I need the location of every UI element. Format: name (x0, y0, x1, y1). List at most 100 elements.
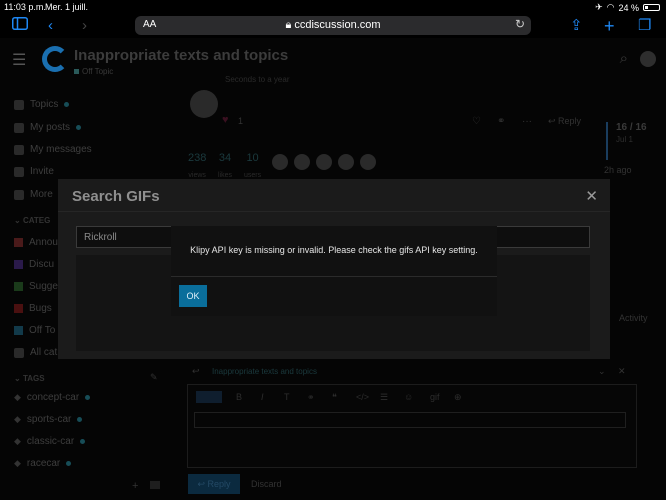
invite-icon (14, 166, 24, 177)
sidebar-tag[interactable]: ◆ sports-car (14, 414, 83, 425)
reply-button[interactable]: ↩ Reply (188, 474, 240, 494)
tabs-icon[interactable]: ❐ (638, 16, 651, 36)
modal-divider (58, 211, 610, 212)
topic-timeline[interactable]: 16 / 16 Jul 1 (606, 122, 647, 160)
reply-to-topic[interactable]: Inappropriate texts and topics (212, 367, 317, 376)
forward-icon[interactable]: › (82, 16, 87, 36)
sidebar-item-label: Topics (30, 99, 59, 110)
sidebar-all-categories[interactable]: All cat (14, 347, 57, 358)
ok-button[interactable]: OK (179, 285, 207, 307)
tags-heading[interactable]: ⌄ TAGS (14, 374, 45, 383)
status-indicators: ✈ ◠ 24 % (595, 2, 660, 13)
sidebar-item-my-posts[interactable]: My posts (14, 122, 82, 133)
tag-icon: ◆ (14, 392, 21, 402)
like-icon[interactable]: ♡ (472, 116, 481, 127)
category-swatch (14, 326, 23, 335)
tag-icon: ◆ (14, 414, 21, 424)
inbox-icon (14, 144, 24, 155)
sidebar-tag[interactable]: ◆ racecar (14, 458, 72, 469)
reply-arrow-icon: ↩ (192, 366, 200, 376)
category-swatch (14, 260, 23, 269)
search-icon[interactable]: ⌕ (620, 50, 628, 67)
share-icon[interactable]: ⇪ (570, 16, 583, 36)
sidebar-category[interactable]: Annou (14, 237, 58, 248)
collapse-icon[interactable]: ⌄ (598, 366, 606, 377)
heart-icon[interactable]: ♥ (222, 114, 229, 126)
category-swatch (14, 304, 23, 313)
battery-percent: 24 % (618, 2, 639, 13)
topic-category-label: Off Topic (82, 67, 114, 76)
categories-heading[interactable]: ⌄ CATEG (14, 216, 50, 225)
sidebar-category[interactable]: Bugs (14, 303, 52, 314)
tag-icon: ◆ (14, 436, 21, 446)
options-icon[interactable]: ⊕ (454, 392, 462, 403)
reply-post-button[interactable]: ↩ Reply (548, 116, 581, 127)
unread-dot (85, 395, 91, 400)
sidebar-item-topics[interactable]: Topics (14, 99, 70, 110)
site-logo[interactable] (42, 46, 68, 72)
participant-avatar[interactable] (316, 154, 332, 170)
emoji-icon[interactable]: ☺ (404, 392, 413, 402)
activity-label: Activity (619, 313, 648, 323)
close-icon[interactable]: ✕ (585, 187, 598, 205)
back-icon[interactable]: ‹ (48, 16, 53, 36)
user-avatar[interactable] (640, 51, 656, 67)
topic-category[interactable]: Off Topic (74, 67, 113, 76)
unread-dot (76, 125, 82, 130)
sidebar-tag[interactable]: ◆ classic-car (14, 436, 86, 447)
post-author-avatar[interactable] (190, 90, 218, 118)
new-tab-icon[interactable]: + (604, 16, 615, 36)
topic-title[interactable]: Inappropriate texts and topics (74, 47, 288, 64)
participant-avatar[interactable] (360, 154, 376, 170)
link-icon[interactable]: ⚭ (497, 116, 505, 127)
unread-dot (80, 439, 86, 444)
sidebar-item-invite[interactable]: Invite (14, 166, 54, 177)
code-icon[interactable]: </> (356, 392, 369, 402)
sidebar-category[interactable]: Off To (14, 325, 55, 336)
chevron-down-icon: ⌄ (14, 216, 23, 225)
reload-icon[interactable]: ↻ (515, 17, 525, 31)
add-icon[interactable]: + (132, 480, 138, 492)
user-icon (14, 122, 24, 133)
timeline-date: Jul 1 (616, 135, 633, 144)
battery-fill (645, 6, 649, 9)
more-actions-icon[interactable]: ··· (522, 116, 532, 127)
sidebar-category[interactable]: Sugge (14, 281, 58, 292)
sidebar-item-more[interactable]: More (14, 189, 53, 200)
sidebar-category[interactable]: Discu (14, 259, 54, 270)
link-icon[interactable]: ⚭ (307, 392, 315, 403)
site-header: ☰ Inappropriate texts and topics Off Top… (0, 38, 666, 82)
bold-icon[interactable]: B (236, 392, 242, 402)
battery-icon (643, 4, 660, 11)
sidebar-item-label: Invite (30, 166, 54, 177)
rich-text-toggle[interactable] (196, 391, 222, 403)
participant-avatar[interactable] (294, 154, 310, 170)
discard-button[interactable]: Discard (251, 479, 282, 489)
italic-icon[interactable]: I (261, 392, 264, 402)
participant-avatar[interactable] (272, 154, 288, 170)
status-bar: 11:03 p.m. Mer. 1 juill. ✈ ◠ 24 % (0, 0, 666, 14)
categories-heading-label: CATEG (22, 216, 51, 225)
sidebar-toggle-icon[interactable] (12, 16, 28, 36)
wifi-icon: ◠ (606, 2, 615, 12)
edit-icon[interactable]: ✎ (150, 372, 158, 383)
sidebar-item-my-messages[interactable]: My messages (14, 144, 92, 155)
participant-avatar[interactable] (338, 154, 354, 170)
sidebar-tag[interactable]: ◆ concept-car (14, 392, 91, 403)
reply-post-label: Reply (558, 116, 582, 126)
gif-icon[interactable]: gif (430, 392, 440, 402)
quote-icon[interactable]: ❝ (332, 392, 337, 403)
keyboard-icon[interactable] (150, 481, 160, 489)
tag-label: racecar (26, 458, 61, 469)
url-text: 🔒︎ ccdiscussion.com (135, 19, 531, 32)
close-composer-icon[interactable]: ✕ (618, 366, 626, 377)
composer-input[interactable] (194, 412, 626, 428)
airplane-icon: ✈ (595, 2, 603, 12)
reply-icon: ↩ (197, 479, 208, 489)
category-label: Sugge (29, 281, 58, 292)
heading-icon[interactable]: T (284, 392, 290, 402)
list-icon[interactable]: ☰ (380, 392, 388, 403)
hamburger-icon[interactable]: ☰ (12, 50, 26, 70)
address-bar[interactable]: AA 🔒︎ ccdiscussion.com ↻ (135, 16, 531, 35)
stat-likes: 34 likes (218, 152, 232, 182)
